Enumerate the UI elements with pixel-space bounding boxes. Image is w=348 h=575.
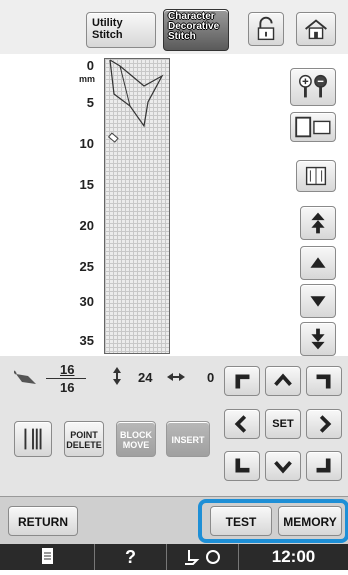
zoom-button[interactable] bbox=[290, 68, 336, 106]
move-left-button[interactable] bbox=[224, 409, 260, 439]
double-down-arrow-icon bbox=[311, 328, 325, 350]
chevron-left-icon bbox=[234, 415, 247, 433]
pattern-view-button[interactable] bbox=[296, 160, 336, 192]
needle-position-icon bbox=[14, 370, 36, 384]
up-arrow-icon bbox=[310, 257, 326, 268]
ruler-mark-25: 25 bbox=[79, 259, 94, 274]
height-value: 24 bbox=[138, 370, 153, 385]
vertical-arrows-icon bbox=[113, 367, 121, 385]
presser-foot-icon bbox=[185, 550, 220, 565]
stitch-current: 16 bbox=[60, 362, 75, 377]
manual-button[interactable] bbox=[0, 544, 95, 570]
corner-down-left-icon bbox=[235, 458, 250, 473]
scroll-bottom-button[interactable] bbox=[300, 322, 336, 356]
chevron-down-icon bbox=[274, 461, 292, 474]
utility-stitch-tab[interactable]: Utility Stitch bbox=[86, 12, 156, 48]
chevron-up-icon bbox=[274, 373, 292, 386]
ruler-mark-10: 10 bbox=[79, 136, 94, 151]
lock-icon bbox=[257, 16, 275, 41]
single-triple-stitch-icon bbox=[24, 428, 42, 450]
stitch-type-button[interactable] bbox=[14, 421, 52, 457]
ruler-mark-30: 30 bbox=[79, 294, 94, 309]
view-mode-button[interactable] bbox=[290, 112, 336, 142]
utility-stitch-label: Utility Stitch bbox=[92, 17, 123, 41]
set-label: SET bbox=[272, 418, 294, 430]
scroll-up-button[interactable] bbox=[300, 246, 336, 280]
document-icon bbox=[42, 548, 53, 564]
width-value: 0 bbox=[207, 370, 215, 385]
down-arrow-icon bbox=[310, 296, 326, 307]
presser-foot-button[interactable] bbox=[167, 544, 239, 570]
ruler-mark-20: 20 bbox=[79, 218, 94, 233]
character-decorative-stitch-label: Character Decorative Stitch bbox=[168, 11, 220, 42]
stitch-pattern-drawing bbox=[109, 59, 164, 128]
ruler-mark-35: 35 bbox=[79, 333, 94, 348]
corner-up-right-icon bbox=[316, 374, 331, 389]
home-button[interactable] bbox=[296, 12, 336, 46]
fraction-line bbox=[46, 378, 86, 379]
move-down-button[interactable] bbox=[265, 451, 301, 481]
stitch-canvas[interactable] bbox=[104, 58, 170, 354]
lock-button[interactable] bbox=[248, 12, 284, 46]
move-up-left-button[interactable] bbox=[224, 366, 260, 396]
horizontal-arrows-icon bbox=[167, 373, 185, 381]
set-button[interactable]: SET bbox=[265, 409, 301, 439]
block-move-button[interactable]: BLOCK MOVE bbox=[116, 421, 156, 457]
needle-pointer-icon bbox=[107, 132, 119, 143]
ruler-mark-15: 15 bbox=[79, 177, 94, 192]
stitch-total: 16 bbox=[60, 380, 75, 395]
move-up-right-button[interactable] bbox=[306, 366, 342, 396]
clock-display: 12:00 bbox=[271, 547, 316, 566]
ruler-unit: mm bbox=[79, 74, 96, 84]
character-decorative-stitch-tab[interactable]: Character Decorative Stitch bbox=[163, 9, 229, 51]
ruler-mark-5: 5 bbox=[86, 95, 94, 110]
scroll-down-button[interactable] bbox=[300, 284, 336, 318]
insert-button[interactable]: INSERT bbox=[166, 421, 210, 457]
test-memory-highlight bbox=[198, 499, 348, 543]
return-button[interactable]: RETURN bbox=[8, 506, 78, 536]
corner-up-left-icon bbox=[235, 374, 250, 389]
move-down-left-button[interactable] bbox=[224, 451, 260, 481]
chevron-right-icon bbox=[319, 415, 332, 433]
ruler-mark-0: 0 bbox=[86, 58, 94, 73]
help-button[interactable]: ? bbox=[95, 544, 167, 570]
scroll-top-button[interactable] bbox=[300, 206, 336, 240]
frame-view-icon bbox=[295, 116, 331, 138]
move-right-button[interactable] bbox=[306, 409, 342, 439]
zoom-in-out-icon bbox=[299, 74, 327, 98]
double-up-arrow-icon bbox=[311, 212, 325, 234]
move-up-button[interactable] bbox=[265, 366, 301, 396]
home-icon bbox=[305, 19, 327, 40]
status-bar: ? 12:00 bbox=[0, 544, 348, 570]
point-delete-button[interactable]: POINT DELETE bbox=[64, 421, 104, 457]
book-icon bbox=[305, 166, 327, 186]
move-down-right-button[interactable] bbox=[306, 451, 342, 481]
corner-down-right-icon bbox=[316, 458, 331, 473]
